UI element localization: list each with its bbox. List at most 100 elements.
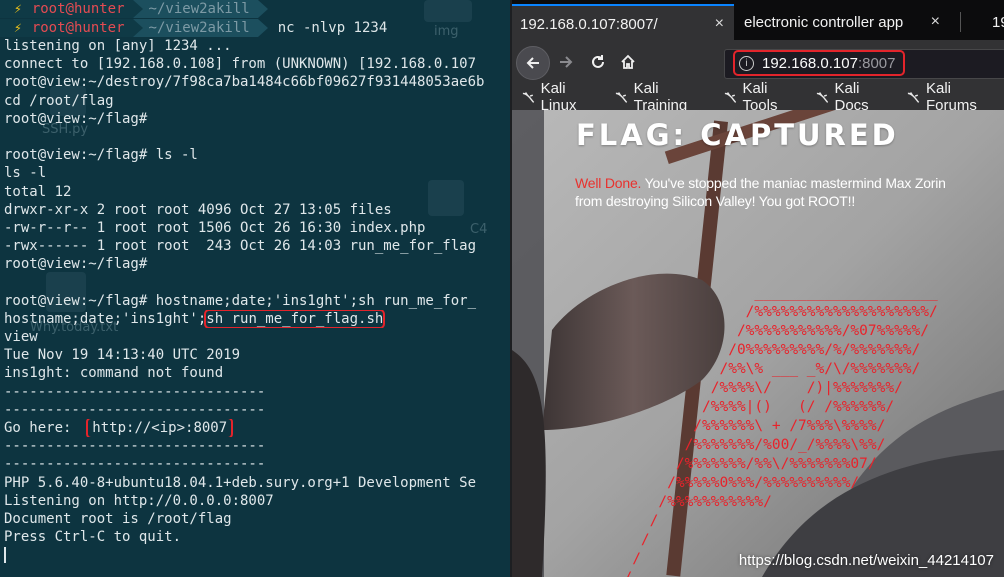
browser-window: 192.168.0.107:8007/ × electronic control… — [512, 0, 1004, 577]
prompt-user-segment: ⚡ root@hunter — [0, 0, 133, 18]
well-done-text: Well Done. — [575, 175, 642, 191]
tab-label: 192.168.0.107:8007/ — [520, 15, 658, 33]
terminal-cursor-line[interactable] — [4, 546, 510, 564]
kali-dragon-icon — [615, 92, 628, 103]
prompt-user-segment: ⚡ root@hunter — [0, 19, 133, 37]
ascii-art-line: /%%%%%%%/%%\/%%%%%%%07/ — [606, 456, 877, 472]
powerline-arrow — [132, 0, 143, 18]
terminal-line: root@view:~/flag# — [4, 110, 148, 127]
kali-dragon-icon — [816, 92, 829, 103]
site-info-icon[interactable]: i — [739, 55, 754, 71]
bookmark-kali-tools[interactable]: Kali Tools — [724, 80, 800, 114]
kali-dragon-icon — [908, 92, 920, 103]
home-button[interactable] — [612, 46, 644, 78]
ascii-art-flag: _____________________ /%%%%%%%%%%%%%%%%%… — [606, 284, 938, 577]
ascii-art-line: / — [606, 513, 659, 529]
ascii-art-line: /%%%%%%%%%%%/ — [606, 494, 772, 510]
ascii-art-line: /%%%%%%\ + /7%%%\%%%%/ — [606, 418, 886, 434]
success-message: Well Done. You've stopped the maniac mas… — [575, 174, 975, 210]
prompt-dir: ~/view2akill — [148, 20, 250, 36]
ascii-art-line: /%%%%%0%%%/%%%%%%%%%%/ — [606, 475, 860, 491]
kali-dragon-icon — [724, 92, 737, 103]
tab-flag-page[interactable]: 192.168.0.107:8007/ × — [512, 4, 734, 42]
prompt-dir: ~/view2akill — [148, 1, 250, 17]
powerline-arrow — [132, 19, 143, 37]
terminal-line: Listening on http://0.0.0.0:8007 — [4, 492, 274, 509]
terminal-line: Press Ctrl-C to quit. — [4, 529, 182, 546]
bookmark-label: Kali Forums — [926, 80, 977, 114]
reload-button[interactable] — [582, 46, 614, 78]
lightning-icon: ⚡ — [14, 1, 22, 17]
hostname-command-prefix: hostname;date;'ins1ght'; — [4, 310, 207, 327]
url-host: 192.168.0.107 — [762, 54, 858, 72]
terminal-line: drwxr-xr-x 2 root root 4096 Oct 27 13:05… — [4, 201, 392, 218]
go-here-label: Go here: — [4, 419, 80, 436]
terminal-line: Go here: http://<ip>:8007 — [4, 418, 510, 438]
terminal-window[interactable]: img SSH.py Why.today.txt C4 ⚡ root@hunte… — [0, 0, 510, 577]
bookmark-kali-docs[interactable]: Kali Docs — [816, 80, 892, 114]
reload-icon — [592, 55, 604, 68]
prompt-command: nc -nlvp 1234 — [277, 20, 388, 36]
terminal-line: connect to [192.168.0.108] from (UNKNOWN… — [4, 56, 477, 73]
bookmark-label: Kali Docs — [834, 80, 869, 114]
prompt-bar: ⚡ root@hunter ~/view2akill ⚡ root@hunter… — [0, 0, 510, 37]
ascii-art-line: /0%%%%%%%%%/%/%%%%%%%/ — [606, 342, 921, 358]
ascii-art-line: _____________________ — [606, 285, 938, 301]
ascii-art-line: /%%%%%%%%%%%%%%%%%%%%/ — [606, 304, 938, 320]
back-button[interactable] — [516, 46, 550, 80]
terminal-line: root@view:~/destroy/7f98ca7ba1484c66bf09… — [4, 74, 485, 91]
terminal-line: cd /root/flag — [4, 92, 114, 109]
ascii-art-line: /%%%%%%%%%%%/%07%%%%%/ — [606, 323, 930, 339]
ascii-art-line: /%%%%\/ /)|%%%%%%%/ — [606, 380, 903, 396]
bookmark-label: Kali Tools — [742, 80, 778, 114]
url-display[interactable]: i 192.168.0.107:8007 — [732, 50, 906, 76]
tab-separator — [960, 12, 961, 32]
tab-electronic-controller[interactable]: electronic controller app × — [736, 4, 950, 40]
bookmark-kali-linux[interactable]: Kali Linux — [522, 80, 599, 114]
tab-partial[interactable]: 19 — [970, 4, 1004, 40]
navigation-toolbar: i 192.168.0.107:8007 — [512, 40, 1004, 84]
powerline-arrow — [257, 0, 268, 18]
powerline-arrow — [257, 19, 268, 37]
back-arrow-icon — [526, 57, 539, 69]
terminal-line: ------------------------------- — [4, 383, 266, 400]
prompt-row: ⚡ root@hunter ~/view2akill — [0, 0, 268, 18]
terminal-line: ------------------------------- — [4, 456, 266, 473]
prompt-dir-segment: ~/view2akill — [142, 19, 258, 37]
terminal-line: Document root is /root/flag — [4, 510, 232, 527]
terminal-line: view — [4, 329, 38, 345]
ascii-art-line: /%%\% ___ _%/\/%%%%%%%/ — [606, 361, 921, 377]
kali-dragon-icon — [522, 92, 535, 103]
go-here-url: http://<ip>:8007 — [86, 418, 234, 438]
lightning-icon: ⚡ — [14, 20, 22, 36]
terminal-output: listening on [any] 1234 ... connect to [… — [4, 37, 510, 564]
terminal-line: ------------------------------- — [4, 401, 266, 418]
highlighted-command: sh run_me_for_flag.sh — [204, 309, 386, 328]
terminal-line: root@view:~/flag# ls -l — [4, 147, 198, 164]
prompt-row: ⚡ root@hunter ~/view2akill nc -nlvp 1234 — [0, 19, 387, 37]
page-content: FLAG: CAPTURED Well Done. You've stopped… — [512, 110, 1004, 577]
text-cursor — [4, 547, 6, 564]
forward-button[interactable] — [550, 46, 582, 78]
bookmark-kali-training[interactable]: Kali Training — [615, 80, 708, 114]
terminal-line: ls -l — [4, 165, 47, 182]
bookmark-kali-forums[interactable]: Kali Forums — [907, 80, 998, 114]
prompt-dir-segment: ~/view2akill — [142, 0, 258, 18]
terminal-line: hostname;date;'ins1ght';sh run_me_for_fl… — [4, 309, 510, 328]
prompt-user: root@hunter — [31, 20, 125, 36]
watermark: https://blog.csdn.net/weixin_44214107 — [738, 552, 994, 569]
close-icon[interactable]: × — [931, 13, 940, 31]
tab-label: electronic controller app — [744, 13, 904, 31]
terminal-line: Tue Nov 19 14:13:40 UTC 2019 — [4, 347, 241, 364]
ascii-art-line: / — [606, 569, 938, 577]
tab-bar: 192.168.0.107:8007/ × electronic control… — [512, 0, 1004, 42]
terminal-line: PHP 5.6.40-8+ubuntu18.04.1+deb.sury.org+… — [4, 474, 477, 491]
url-bar[interactable]: i 192.168.0.107:8007 — [724, 49, 1004, 79]
terminal-line: total 12 — [4, 183, 72, 200]
bookmark-label: Kali Training — [633, 80, 688, 114]
prompt-user: root@hunter — [31, 1, 125, 17]
home-icon — [621, 54, 635, 69]
close-icon[interactable]: × — [715, 15, 724, 33]
bookmark-label: Kali Linux — [540, 80, 577, 114]
